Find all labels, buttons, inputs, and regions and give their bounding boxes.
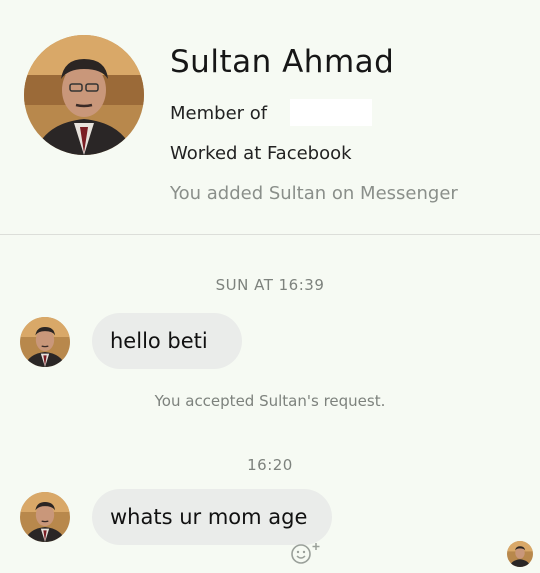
timestamp: SUN AT 16:39 <box>215 276 325 294</box>
sender-avatar[interactable] <box>20 317 70 367</box>
message-bubble[interactable]: whats ur mom age <box>92 489 332 545</box>
message-text: hello beti <box>110 329 208 353</box>
profile-name: Sultan Ahmad <box>170 44 395 80</box>
profile-photo[interactable] <box>24 35 144 155</box>
smiley-add-icon[interactable] <box>290 541 322 565</box>
added-on-messenger-label: You added Sultan on Messenger <box>170 183 458 204</box>
redaction-box <box>290 99 372 126</box>
member-of-label: Member of <box>170 103 268 124</box>
sender-avatar[interactable] <box>20 492 70 542</box>
message-bubble[interactable]: hello beti <box>92 313 242 369</box>
message-text: whats ur mom age <box>110 505 308 529</box>
read-receipt-avatar <box>507 541 533 567</box>
work-label: Worked at Facebook <box>170 143 352 164</box>
timestamp: 16:20 <box>247 456 293 474</box>
system-message: You accepted Sultan's request. <box>154 392 386 410</box>
header-divider <box>0 234 540 235</box>
